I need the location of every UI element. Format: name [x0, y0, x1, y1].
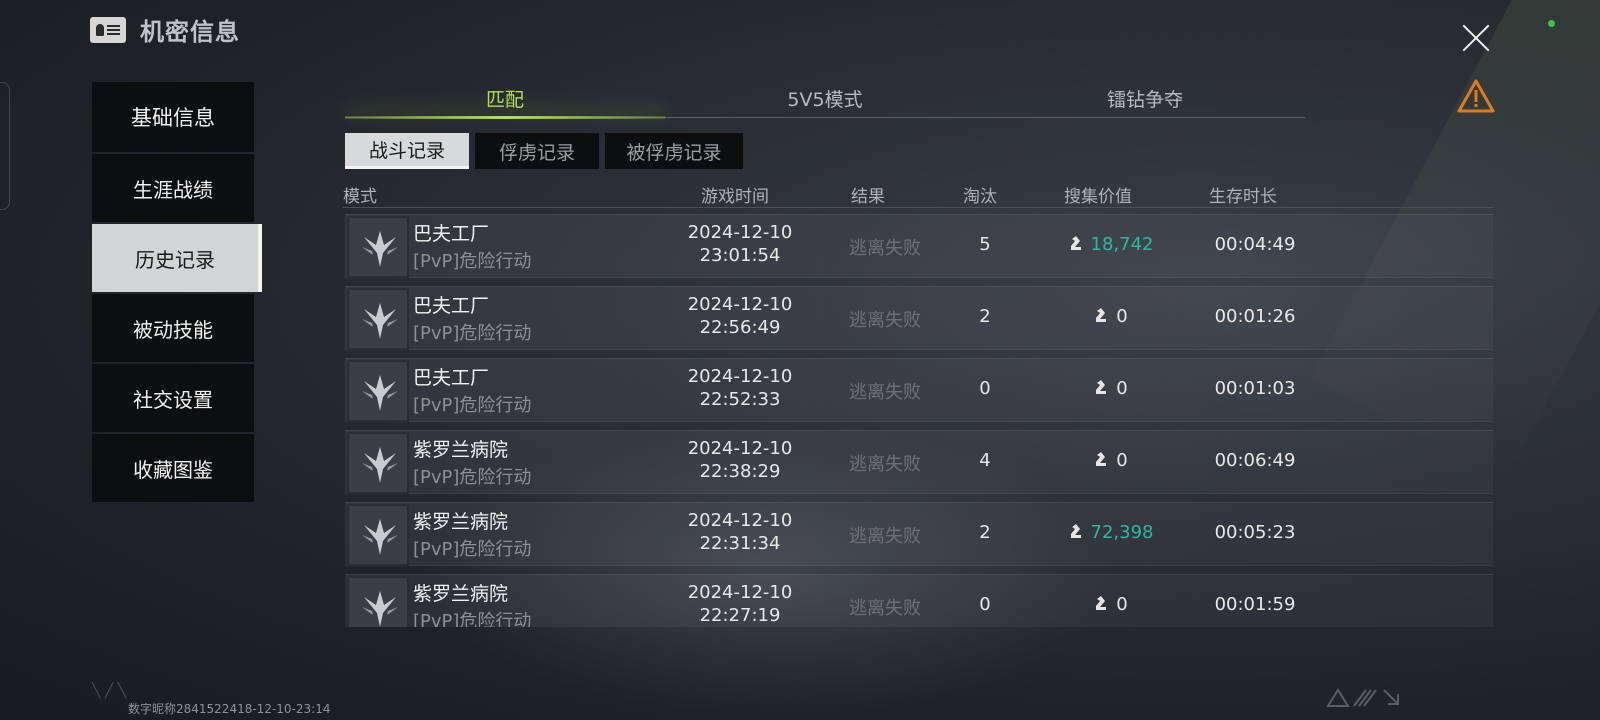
- header-value: 搜集价值: [1064, 187, 1132, 207]
- header-result: 结果: [851, 187, 885, 207]
- result: 逃离失败: [849, 598, 921, 619]
- game-time: 2024-12-10 22:56:49: [687, 294, 793, 338]
- left-edge-tab: [0, 82, 10, 210]
- record-subtabs: 战斗记录 俘虏记录 被俘虏记录: [345, 133, 743, 169]
- value-icon: [1070, 524, 1081, 538]
- value-icon: [1096, 380, 1107, 394]
- kills: 2: [979, 306, 991, 327]
- collected-value: 0: [1035, 450, 1185, 471]
- kills: 5: [979, 234, 991, 255]
- survival-duration: 00:04:49: [1214, 234, 1296, 255]
- kills: 2: [979, 522, 991, 543]
- sidebar-item-history[interactable]: 历史记录: [92, 224, 262, 292]
- map-name: 紫罗兰病院: [413, 511, 509, 533]
- value-icon: [1070, 236, 1081, 250]
- player-id: 数字昵称2841522418-12-10-23:14: [128, 702, 331, 716]
- header-time: 游戏时间: [701, 187, 769, 207]
- history-table: 巴夫工厂 [PvP]危险行动 2024-12-10 23:01:54 逃离失败 5…: [345, 214, 1493, 627]
- game-time: 2024-12-10 22:52:33: [687, 366, 793, 410]
- header-kills: 淘汰: [963, 187, 997, 207]
- map-name: 巴夫工厂: [413, 295, 490, 317]
- result: 逃离失败: [849, 310, 921, 331]
- tab-5v5[interactable]: 5V5模式: [665, 86, 985, 117]
- game-logo: [1326, 688, 1402, 708]
- survival-duration: 00:05:23: [1214, 522, 1296, 543]
- table-row[interactable]: 紫罗兰病院 [PvP]危险行动 2024-12-10 22:27:19 逃离失败 …: [345, 574, 1493, 627]
- map-name: 巴夫工厂: [413, 223, 490, 245]
- corner-marks-icon: ╲ ╱ ╲: [92, 683, 127, 699]
- tab-match[interactable]: 匹配: [345, 86, 665, 119]
- online-status-dot: [1548, 20, 1555, 27]
- id-card-icon: [90, 16, 126, 43]
- map-name: 巴夫工厂: [413, 367, 490, 389]
- emblem-icon: [347, 216, 409, 278]
- table-row[interactable]: 紫罗兰病院 [PvP]危险行动 2024-12-10 22:31:34 逃离失败 …: [345, 502, 1493, 566]
- kills: 0: [979, 594, 991, 615]
- result: 逃离失败: [849, 382, 921, 403]
- table-header: 模式 游戏时间 结果 淘汰 搜集价值 生存时长: [343, 180, 1493, 208]
- survival-duration: 00:01:26: [1214, 306, 1296, 327]
- mode-name: [PvP]危险行动: [413, 323, 532, 344]
- subtab-battle-records[interactable]: 战斗记录: [345, 133, 469, 169]
- logo-shapes-icon: [1326, 688, 1399, 707]
- table-row[interactable]: 巴夫工厂 [PvP]危险行动 2024-12-10 22:52:33 逃离失败 0…: [345, 358, 1493, 422]
- game-time: 2024-12-10 23:01:54: [687, 222, 793, 266]
- value-icon: [1096, 308, 1107, 322]
- kills: 4: [979, 450, 991, 471]
- emblem-icon: [347, 360, 409, 422]
- header-mode: 模式: [343, 187, 377, 207]
- mode-name: [PvP]危险行动: [413, 395, 532, 416]
- sidebar: 基础信息 生涯战绩 历史记录 被动技能 社交设置 收藏图鉴: [92, 82, 262, 504]
- emblem-icon: [347, 504, 409, 566]
- survival-duration: 00:06:49: [1214, 450, 1296, 471]
- value-icon: [1096, 596, 1107, 610]
- warning-icon[interactable]: [1456, 78, 1496, 114]
- collected-value: 0: [1035, 306, 1185, 327]
- collected-value: 0: [1035, 378, 1185, 399]
- emblem-icon: [347, 576, 409, 627]
- emblem-icon: [347, 432, 409, 494]
- emblem-icon: [347, 288, 409, 350]
- sidebar-item-basic-info[interactable]: 基础信息: [92, 82, 254, 152]
- table-row[interactable]: 紫罗兰病院 [PvP]危险行动 2024-12-10 22:38:29 逃离失败 …: [345, 430, 1493, 494]
- result: 逃离失败: [849, 454, 921, 475]
- header-duration: 生存时长: [1209, 187, 1277, 207]
- sidebar-item-social-settings[interactable]: 社交设置: [92, 364, 254, 432]
- game-time: 2024-12-10 22:27:19: [687, 582, 793, 626]
- close-button[interactable]: [1456, 18, 1496, 58]
- map-name: 紫罗兰病院: [413, 439, 509, 461]
- result: 逃离失败: [849, 526, 921, 547]
- collected-value: 0: [1035, 594, 1185, 615]
- page-header: 机密信息: [90, 12, 240, 47]
- subtab-captured-records[interactable]: 被俘虏记录: [605, 133, 743, 169]
- mode-tabs: 匹配 5V5模式 镭钻争夺: [345, 86, 1305, 119]
- map-name: 紫罗兰病院: [413, 583, 509, 605]
- mode-name: [PvP]危险行动: [413, 251, 532, 272]
- collected-value: 72,398: [1035, 522, 1185, 543]
- mode-name: [PvP]危险行动: [413, 611, 532, 627]
- result: 逃离失败: [849, 238, 921, 259]
- subtab-capture-records[interactable]: 俘虏记录: [475, 133, 599, 169]
- kills: 0: [979, 378, 991, 399]
- value-icon: [1096, 452, 1107, 466]
- game-time: 2024-12-10 22:38:29: [687, 438, 793, 482]
- sidebar-item-passive-skills[interactable]: 被动技能: [92, 294, 254, 362]
- sidebar-item-career[interactable]: 生涯战绩: [92, 154, 254, 222]
- game-time: 2024-12-10 22:31:34: [687, 510, 793, 554]
- mode-name: [PvP]危险行动: [413, 467, 532, 488]
- sidebar-item-collection[interactable]: 收藏图鉴: [92, 434, 254, 502]
- collected-value: 18,742: [1035, 234, 1185, 255]
- page-title: 机密信息: [140, 18, 240, 46]
- mode-name: [PvP]危险行动: [413, 539, 532, 560]
- table-row[interactable]: 巴夫工厂 [PvP]危险行动 2024-12-10 22:56:49 逃离失败 2…: [345, 286, 1493, 350]
- survival-duration: 00:01:03: [1214, 378, 1296, 399]
- tab-radium-diamond[interactable]: 镭钻争夺: [985, 86, 1305, 117]
- survival-duration: 00:01:59: [1214, 594, 1296, 615]
- table-row[interactable]: 巴夫工厂 [PvP]危险行动 2024-12-10 23:01:54 逃离失败 5…: [345, 214, 1493, 278]
